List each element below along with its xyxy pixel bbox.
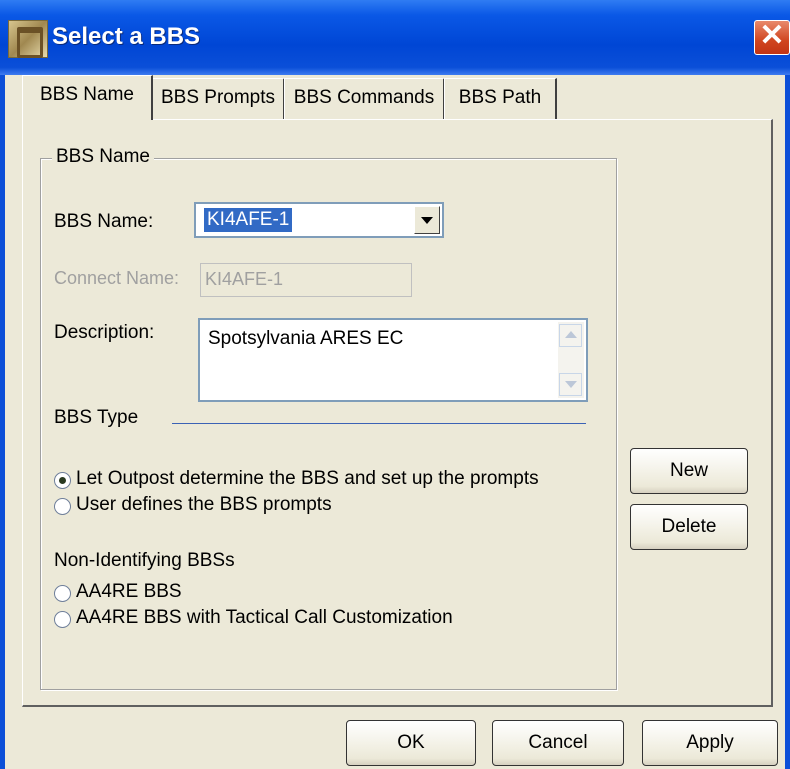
bbs-name-label: BBS Name:	[54, 211, 154, 232]
app-icon	[8, 20, 48, 58]
bbs-type-label: BBS Type	[54, 407, 139, 428]
delete-button[interactable]: Delete	[630, 504, 748, 550]
new-button[interactable]: New	[630, 448, 748, 494]
radio-user-defined[interactable]	[54, 498, 71, 515]
tab-bbs-name[interactable]: BBS Name	[22, 75, 153, 120]
radio-aa4re-label[interactable]: AA4RE BBS	[76, 581, 182, 603]
cancel-button[interactable]: Cancel	[492, 720, 624, 766]
connect-name-value: KI4AFE-1	[205, 269, 284, 289]
chevron-down-icon[interactable]	[414, 206, 440, 234]
close-button[interactable]: ✕	[754, 20, 790, 55]
bbs-name-combobox[interactable]: KI4AFE-1	[194, 202, 444, 238]
radio-aa4re[interactable]	[54, 585, 71, 602]
tab-bbs-prompts[interactable]: BBS Prompts	[152, 78, 285, 119]
apply-button[interactable]: Apply	[642, 720, 778, 766]
scroll-down-icon[interactable]	[559, 373, 582, 396]
radio-user-defined-label[interactable]: User defines the BBS prompts	[76, 494, 332, 516]
window-frame-right	[785, 75, 790, 769]
window-frame-left	[0, 75, 5, 769]
window-title: Select a BBS	[52, 23, 201, 50]
description-value: Spotsylvania ARES EC	[208, 328, 404, 349]
scroll-up-icon[interactable]	[559, 324, 582, 347]
radio-aa4re-tactical-label[interactable]: AA4RE BBS with Tactical Call Customizati…	[76, 607, 453, 629]
description-scrollbar[interactable]	[558, 322, 584, 398]
description-textarea[interactable]: Spotsylvania ARES EC	[198, 318, 588, 402]
radio-aa4re-tactical[interactable]	[54, 611, 71, 628]
non-identifying-label: Non-Identifying BBSs	[54, 550, 235, 571]
description-label: Description:	[54, 322, 155, 343]
tab-bbs-path[interactable]: BBS Path	[444, 78, 557, 119]
connect-name-field: KI4AFE-1	[200, 263, 412, 297]
connect-name-label: Connect Name:	[54, 268, 180, 288]
bbs-type-divider	[172, 423, 586, 424]
ok-button[interactable]: OK	[346, 720, 476, 766]
bbs-name-selected-value: KI4AFE-1	[204, 208, 293, 232]
radio-auto-detect[interactable]	[54, 472, 71, 489]
tab-bbs-commands[interactable]: BBS Commands	[284, 78, 445, 119]
groupbox-caption: BBS Name	[52, 146, 154, 168]
title-bar: Select a BBS ✕	[0, 0, 790, 75]
radio-auto-detect-label[interactable]: Let Outpost determine the BBS and set up…	[76, 468, 539, 490]
